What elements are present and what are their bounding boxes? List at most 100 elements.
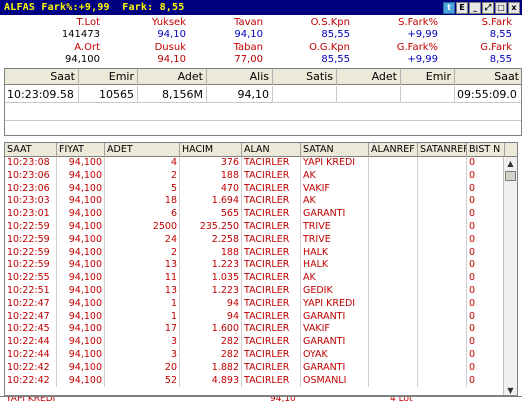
trades-col-header-5[interactable]: SATAN [301, 143, 369, 157]
trade-cell-adet: 52 [105, 374, 180, 388]
scroll-down-icon[interactable]: ▼ [504, 384, 517, 395]
vertical-scrollbar[interactable]: ▲ ▼ [503, 157, 517, 395]
detach-icon[interactable]: ⤢ [482, 1, 494, 14]
trade-cell-adet: 24 [105, 233, 180, 247]
trade-cell-saat: 10:22:47 [5, 310, 57, 324]
trade-cell-fiyat: 94,100 [57, 157, 105, 170]
trade-cell-hacim: 1.600 [180, 323, 242, 337]
trades-col-header-3[interactable]: HACIM [180, 143, 242, 157]
trade-cell-adet: 13 [105, 259, 180, 273]
trade-cell-saat: 10:22:45 [5, 323, 57, 337]
scroll-up-icon[interactable]: ▲ [504, 157, 517, 170]
row1-labels-3: O.S.Kpn [310, 17, 350, 28]
title-fark-pct-value: +9,99 [78, 2, 110, 13]
row2-values-2: 77,00 [234, 54, 263, 65]
table-row[interactable]: 10:22:51 94,100 13 1.223 TACIRLER GEDIK 0 [5, 284, 505, 298]
trade-cell-fiyat: 94,100 [57, 246, 105, 260]
trade-cell-saat: 10:22:55 [5, 272, 57, 285]
trade-cell-satanref [418, 220, 467, 234]
e-icon[interactable]: E [456, 1, 468, 14]
trade-cell-hacim: 1.882 [180, 361, 242, 375]
depth-col-header-0[interactable]: Saat [5, 69, 79, 85]
depth-col-header-3[interactable]: Alis [207, 69, 273, 85]
depth-col-header-2[interactable]: Adet [138, 69, 207, 85]
trade-cell-bist-n: 0 [467, 233, 505, 247]
trade-cell-alan: TACIRLER [242, 348, 301, 362]
trade-cell-alanref [369, 323, 418, 337]
trade-cell-saat: 10:22:59 [5, 246, 57, 260]
table-row[interactable]: 10:22:47 94,100 1 94 TACIRLER YAPI KREDI 0 [5, 297, 505, 311]
minimize-icon[interactable]: _ [469, 1, 481, 14]
depth-header: Saat Emir Adet Alis Satis Adet Emir Saat [5, 69, 521, 85]
trades-col-header-7[interactable]: SATANREF [418, 143, 467, 157]
trade-cell-satan: AK [301, 195, 369, 209]
footer-mid: 94,10 [270, 396, 296, 404]
trade-cell-fiyat: 94,100 [57, 348, 105, 362]
depth-cell-4 [273, 86, 337, 103]
table-row[interactable]: 10:22:44 94,100 3 282 TACIRLER GARANTI 0 [5, 336, 505, 349]
table-row[interactable]: 10:22:44 94,100 3 282 TACIRLER OYAK 0 [5, 348, 505, 362]
trade-cell-satanref [418, 374, 467, 388]
trade-cell-bist-n: 0 [467, 374, 505, 388]
trades-col-header-8[interactable]: BIST N [467, 143, 505, 157]
table-row[interactable]: 10:22:42 94,100 52 4.893 TACIRLER OSMANLI 0 [5, 374, 505, 388]
table-row[interactable]: 10:22:45 94,100 17 1.600 TACIRLER VAKIF 0 [5, 323, 505, 337]
table-row[interactable]: 10:22:59 94,100 2 188 TACIRLER HALK 0 [5, 246, 505, 260]
depth-col-header-5[interactable]: Adet [337, 69, 401, 85]
trade-cell-satan: TRIVE [301, 220, 369, 234]
maximize-icon[interactable]: □ [495, 1, 507, 14]
trades-col-header-4[interactable]: ALAN [242, 143, 301, 157]
depth-col-header-6[interactable]: Emir [401, 69, 455, 85]
depth-cell-1: 10565 [79, 86, 138, 103]
trade-cell-alan: TACIRLER [242, 284, 301, 298]
trade-cell-fiyat: 94,100 [57, 297, 105, 311]
row1-labels-0: T.Lot [76, 17, 100, 28]
trade-cell-hacim: 470 [180, 182, 242, 196]
table-row[interactable]: 10:22:55 94,100 11 1.035 TACIRLER AK 0 [5, 272, 505, 285]
window-titlebar[interactable]: ALFAS Fark%:+9,99 Fark: 8,55 t E _ ⤢ □ x [0, 0, 522, 15]
table-row[interactable]: 10:22:42 94,100 20 1.882 TACIRLER GARANTI 0 [5, 361, 505, 375]
trades-col-header-1[interactable]: FIYAT [57, 143, 105, 157]
trade-cell-alanref [369, 182, 418, 196]
trade-cell-adet: 5 [105, 182, 180, 196]
table-row[interactable]: 10:23:01 94,100 6 565 TACIRLER GARANTI 0 [5, 208, 505, 221]
trade-cell-fiyat: 94,100 [57, 284, 105, 298]
trade-cell-satan: HALK [301, 246, 369, 260]
title-fark-value: 8,55 [159, 2, 185, 13]
table-row[interactable]: 10:22:59 94,100 24 2.258 TACIRLER TRIVE 0 [5, 233, 505, 247]
trade-cell-alan: TACIRLER [242, 336, 301, 349]
depth-cell-7: 09:55:09.0 [455, 86, 521, 103]
table-row[interactable]: 10:23:08 94,100 4 376 TACIRLER YAPI KREDI 0 [5, 157, 505, 170]
depth-col-header-7[interactable]: Saat [455, 69, 521, 85]
scrollbar-thumb[interactable] [505, 171, 516, 181]
trade-cell-fiyat: 94,100 [57, 361, 105, 375]
trade-cell-alan: TACIRLER [242, 246, 301, 260]
depth-row[interactable]: 10:23:09.58 10565 8,156M 94,10 09:55:09.0 [5, 86, 521, 103]
table-row[interactable]: 10:22:47 94,100 1 94 TACIRLER GARANTI 0 [5, 310, 505, 324]
trades-col-header-6[interactable]: ALANREF [369, 143, 418, 157]
table-row[interactable]: 10:23:06 94,100 2 188 TACIRLER AK 0 [5, 169, 505, 183]
trade-cell-satanref [418, 157, 467, 170]
trade-cell-saat: 10:23:08 [5, 157, 57, 170]
trade-cell-alan: TACIRLER [242, 182, 301, 196]
trade-cell-satan: GEDIK [301, 284, 369, 298]
trade-cell-adet: 3 [105, 336, 180, 349]
table-row[interactable]: 10:22:59 94,100 13 1.223 TACIRLER HALK 0 [5, 259, 505, 273]
table-row[interactable]: 10:22:59 94,100 2500 235.250 TACIRLER TRIVE 0 [5, 220, 505, 234]
depth-col-header-4[interactable]: Satis [273, 69, 337, 85]
depth-col-header-1[interactable]: Emir [79, 69, 138, 85]
trades-col-header-2[interactable]: ADET [105, 143, 180, 157]
depth-cell-6 [401, 86, 455, 103]
trade-cell-fiyat: 94,100 [57, 272, 105, 285]
trade-cell-satan: YAPI KREDI [301, 157, 369, 170]
trade-cell-saat: 10:22:47 [5, 297, 57, 311]
close-icon[interactable]: x [508, 1, 520, 14]
trade-cell-alanref [369, 195, 418, 209]
trades-col-header-0[interactable]: SAAT [5, 143, 57, 157]
trade-cell-fiyat: 94,100 [57, 259, 105, 273]
table-row[interactable]: 10:23:03 94,100 18 1.694 TACIRLER AK 0 [5, 195, 505, 209]
table-row[interactable]: 10:23:06 94,100 5 470 TACIRLER VAKIF 0 [5, 182, 505, 196]
trade-cell-satan: GARANTI [301, 361, 369, 375]
trade-cell-saat: 10:22:59 [5, 259, 57, 273]
twitter-icon[interactable]: t [443, 1, 455, 14]
